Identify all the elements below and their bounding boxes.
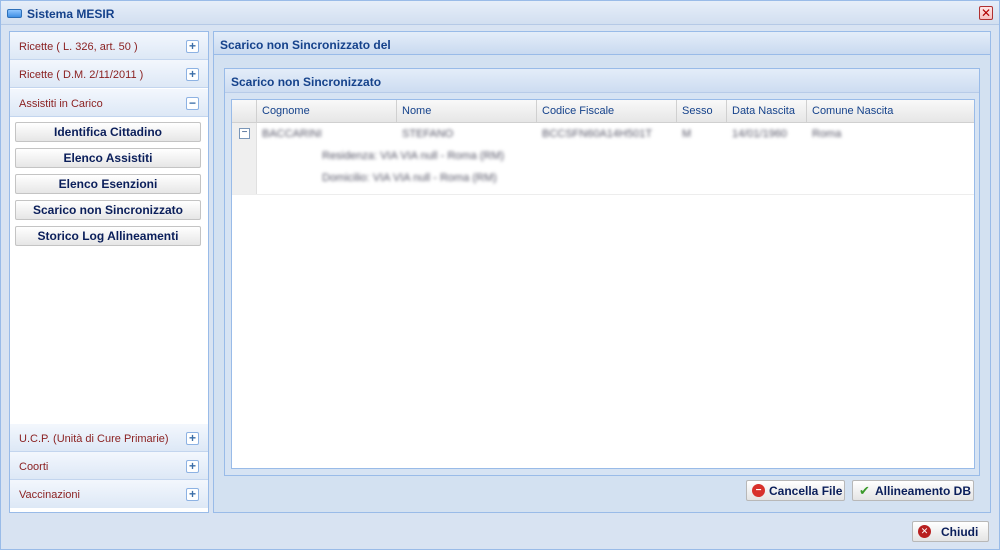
delete-icon: −	[752, 484, 765, 497]
assistiti-panel: Identifica Cittadino Elenco Assistiti El…	[10, 118, 208, 424]
collapse-icon[interactable]: −	[186, 97, 199, 110]
chiudi-label: Chiudi	[941, 525, 979, 539]
data-grid: Cognome Nome Codice Fiscale Sesso Data N…	[231, 99, 975, 469]
check-icon: ✔	[859, 483, 870, 498]
cell-sesso: M	[682, 128, 692, 140]
scarico-non-sincronizzato-button[interactable]: Scarico non Sincronizzato	[15, 200, 201, 220]
expand-icon[interactable]: +	[186, 68, 199, 81]
sidebar-section-label: Ricette ( L. 326, art. 50 )	[19, 41, 138, 53]
sidebar-section-label: U.C.P. (Unità di Cure Primarie)	[19, 433, 169, 445]
main-panel-header: Scarico non Sincronizzato del	[214, 32, 990, 55]
fieldset-title: Scarico non Sincronizzato	[231, 75, 382, 89]
column-header-nome[interactable]: Nome	[397, 100, 537, 123]
elenco-esenzioni-button[interactable]: Elenco Esenzioni	[15, 174, 201, 194]
cancella-file-label: Cancella File	[769, 484, 843, 498]
close-circle-icon: ✕	[918, 525, 931, 538]
sidebar-section-vaccinazioni[interactable]: Vaccinazioni +	[10, 480, 208, 508]
title-bar: Sistema MESIR ✕	[1, 1, 999, 25]
expand-icon[interactable]: +	[186, 40, 199, 53]
table-row[interactable]: − BACCARINI STEFANO BCCSFN60A14H501T M 1…	[232, 123, 974, 195]
window-title: Sistema MESIR	[27, 7, 115, 21]
elenco-assistiti-button[interactable]: Elenco Assistiti	[15, 148, 201, 168]
sidebar-section-assistiti[interactable]: Assistiti in Carico −	[10, 89, 208, 117]
column-header-codice-fiscale[interactable]: Codice Fiscale	[537, 100, 677, 123]
sidebar-section-label: Coorti	[19, 461, 49, 473]
expand-icon[interactable]: +	[186, 488, 199, 501]
allineamento-db-button[interactable]: ✔ Allineamento DB	[852, 480, 974, 501]
cell-codice-fiscale: BCCSFN60A14H501T	[542, 128, 653, 140]
sidebar-section-label: Assistiti in Carico	[19, 98, 103, 110]
chiudi-button[interactable]: ✕ Chiudi	[912, 521, 989, 542]
cell-cognome: BACCARINI	[262, 128, 322, 140]
detail-residenza: Residenza: VIA VIA null - Roma (RM)	[322, 150, 505, 162]
sidebar-section-coorti[interactable]: Coorti +	[10, 452, 208, 480]
sidebar: Ricette ( L. 326, art. 50 ) + Ricette ( …	[9, 31, 209, 513]
cell-nome: STEFANO	[402, 128, 454, 140]
expand-icon[interactable]: +	[186, 460, 199, 473]
cell-data-nascita: 14/01/1960	[732, 128, 788, 140]
sidebar-section-ucp[interactable]: U.C.P. (Unità di Cure Primarie) +	[10, 424, 208, 452]
allineamento-db-label: Allineamento DB	[875, 484, 972, 498]
sidebar-section-ricette-dm[interactable]: Ricette ( D.M. 2/11/2011 ) +	[10, 60, 208, 88]
identifica-cittadino-button[interactable]: Identifica Cittadino	[15, 122, 201, 142]
column-header-comune-nascita[interactable]: Comune Nascita	[807, 100, 974, 123]
detail-domicilio: Domicilio: VIA VIA null - Roma (RM)	[322, 172, 497, 184]
sidebar-section-label: Vaccinazioni	[19, 489, 80, 501]
column-header-sesso[interactable]: Sesso	[677, 100, 727, 123]
expander-column-header	[232, 100, 257, 123]
page-title: Scarico non Sincronizzato del	[220, 38, 391, 52]
row-expander-cell: −	[232, 123, 257, 194]
close-icon[interactable]: ✕	[979, 6, 993, 20]
collapse-row-icon[interactable]: −	[239, 128, 250, 139]
main-panel: Scarico non Sincronizzato del Scarico no…	[213, 31, 991, 513]
storico-log-button[interactable]: Storico Log Allineamenti	[15, 226, 201, 246]
sidebar-section-label: Ricette ( D.M. 2/11/2011 )	[19, 69, 144, 81]
scarico-fieldset: Scarico non Sincronizzato Cognome Nome C…	[224, 68, 980, 476]
grid-header: Cognome Nome Codice Fiscale Sesso Data N…	[232, 100, 974, 123]
expand-icon[interactable]: +	[186, 432, 199, 445]
cell-comune-nascita: Roma	[812, 128, 842, 140]
fieldset-header: Scarico non Sincronizzato	[225, 69, 979, 93]
app-window: Sistema MESIR ✕ Ricette ( L. 326, art. 5…	[0, 0, 1000, 550]
cancella-file-button[interactable]: − Cancella File	[746, 480, 845, 501]
column-header-data-nascita[interactable]: Data Nascita	[727, 100, 807, 123]
sidebar-section-ricette-l326[interactable]: Ricette ( L. 326, art. 50 ) +	[10, 32, 208, 60]
column-header-cognome[interactable]: Cognome	[257, 100, 397, 123]
app-icon	[7, 9, 22, 18]
